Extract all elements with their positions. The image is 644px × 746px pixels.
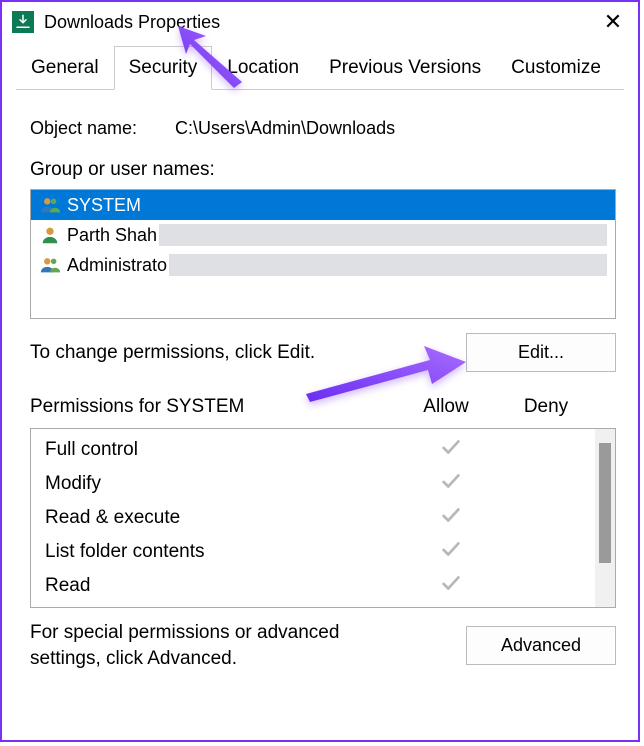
edit-row: To change permissions, click Edit. Edit.… — [30, 333, 616, 372]
edit-hint-label: To change permissions, click Edit. — [30, 342, 315, 364]
folder-download-icon — [12, 11, 34, 33]
close-button[interactable]: ✕ — [588, 2, 638, 42]
dialog-title: Downloads Properties — [44, 12, 588, 33]
redacted-label — [159, 224, 607, 246]
permission-name: Full control — [45, 439, 401, 461]
security-panel: Object name: C:\Users\Admin\Downloads Gr… — [2, 90, 638, 740]
object-name-value: C:\Users\Admin\Downloads — [175, 118, 395, 138]
user-row-system[interactable]: SYSTEM — [31, 190, 615, 220]
user-row-parth[interactable]: Parth Shah — [31, 220, 615, 250]
allow-check-icon — [401, 470, 501, 498]
allow-check-icon — [401, 572, 501, 600]
allow-column-header: Allow — [396, 396, 496, 418]
permissions-list: Full control Modify Read & execute List … — [30, 428, 616, 608]
group-user-names-label: Group or user names: — [30, 159, 616, 181]
title-bar: Downloads Properties ✕ — [2, 2, 638, 42]
advanced-row: For special permissions or advanced sett… — [30, 620, 616, 671]
allow-check-icon — [401, 436, 501, 464]
users-icon — [39, 254, 61, 276]
advanced-hint-label: For special permissions or advanced sett… — [30, 620, 390, 671]
permission-name: Read & execute — [45, 507, 401, 529]
permissions-for-label: Permissions for SYSTEM — [30, 396, 396, 418]
user-row-label: SYSTEM — [67, 195, 141, 216]
permission-row: Modify — [31, 467, 615, 501]
object-name-label: Object name: — [30, 118, 170, 139]
permission-name: List folder contents — [45, 541, 401, 563]
permissions-header: Permissions for SYSTEM Allow Deny — [30, 390, 616, 428]
users-icon — [39, 194, 61, 216]
scroll-thumb[interactable] — [599, 443, 611, 563]
permission-row: Full control — [31, 433, 615, 467]
object-name-row: Object name: C:\Users\Admin\Downloads — [30, 118, 616, 139]
redacted-label — [169, 254, 607, 276]
user-row-administrators[interactable]: Administrato — [31, 250, 615, 280]
tab-security[interactable]: Security — [114, 46, 213, 90]
allow-check-icon — [401, 538, 501, 566]
properties-dialog: Downloads Properties ✕ General Security … — [0, 0, 640, 742]
permission-row: Read — [31, 569, 615, 603]
tab-previous-versions[interactable]: Previous Versions — [314, 46, 496, 89]
tab-strip: General Security Location Previous Versi… — [16, 46, 624, 90]
user-row-label: Parth Shah — [67, 225, 157, 246]
tab-general[interactable]: General — [16, 46, 114, 89]
user-icon — [39, 224, 61, 246]
permission-row: List folder contents — [31, 535, 615, 569]
permission-row: Read & execute — [31, 501, 615, 535]
tab-location[interactable]: Location — [212, 46, 314, 89]
tab-customize[interactable]: Customize — [496, 46, 616, 89]
deny-column-header: Deny — [496, 396, 596, 418]
edit-button[interactable]: Edit... — [466, 333, 616, 372]
allow-check-icon — [401, 504, 501, 532]
user-list[interactable]: SYSTEM Parth Shah Administrato — [30, 189, 616, 319]
permission-name: Read — [45, 575, 401, 597]
permission-name: Modify — [45, 473, 401, 495]
advanced-button[interactable]: Advanced — [466, 626, 616, 665]
user-row-label: Administrato — [67, 255, 167, 276]
scrollbar[interactable] — [595, 429, 615, 607]
